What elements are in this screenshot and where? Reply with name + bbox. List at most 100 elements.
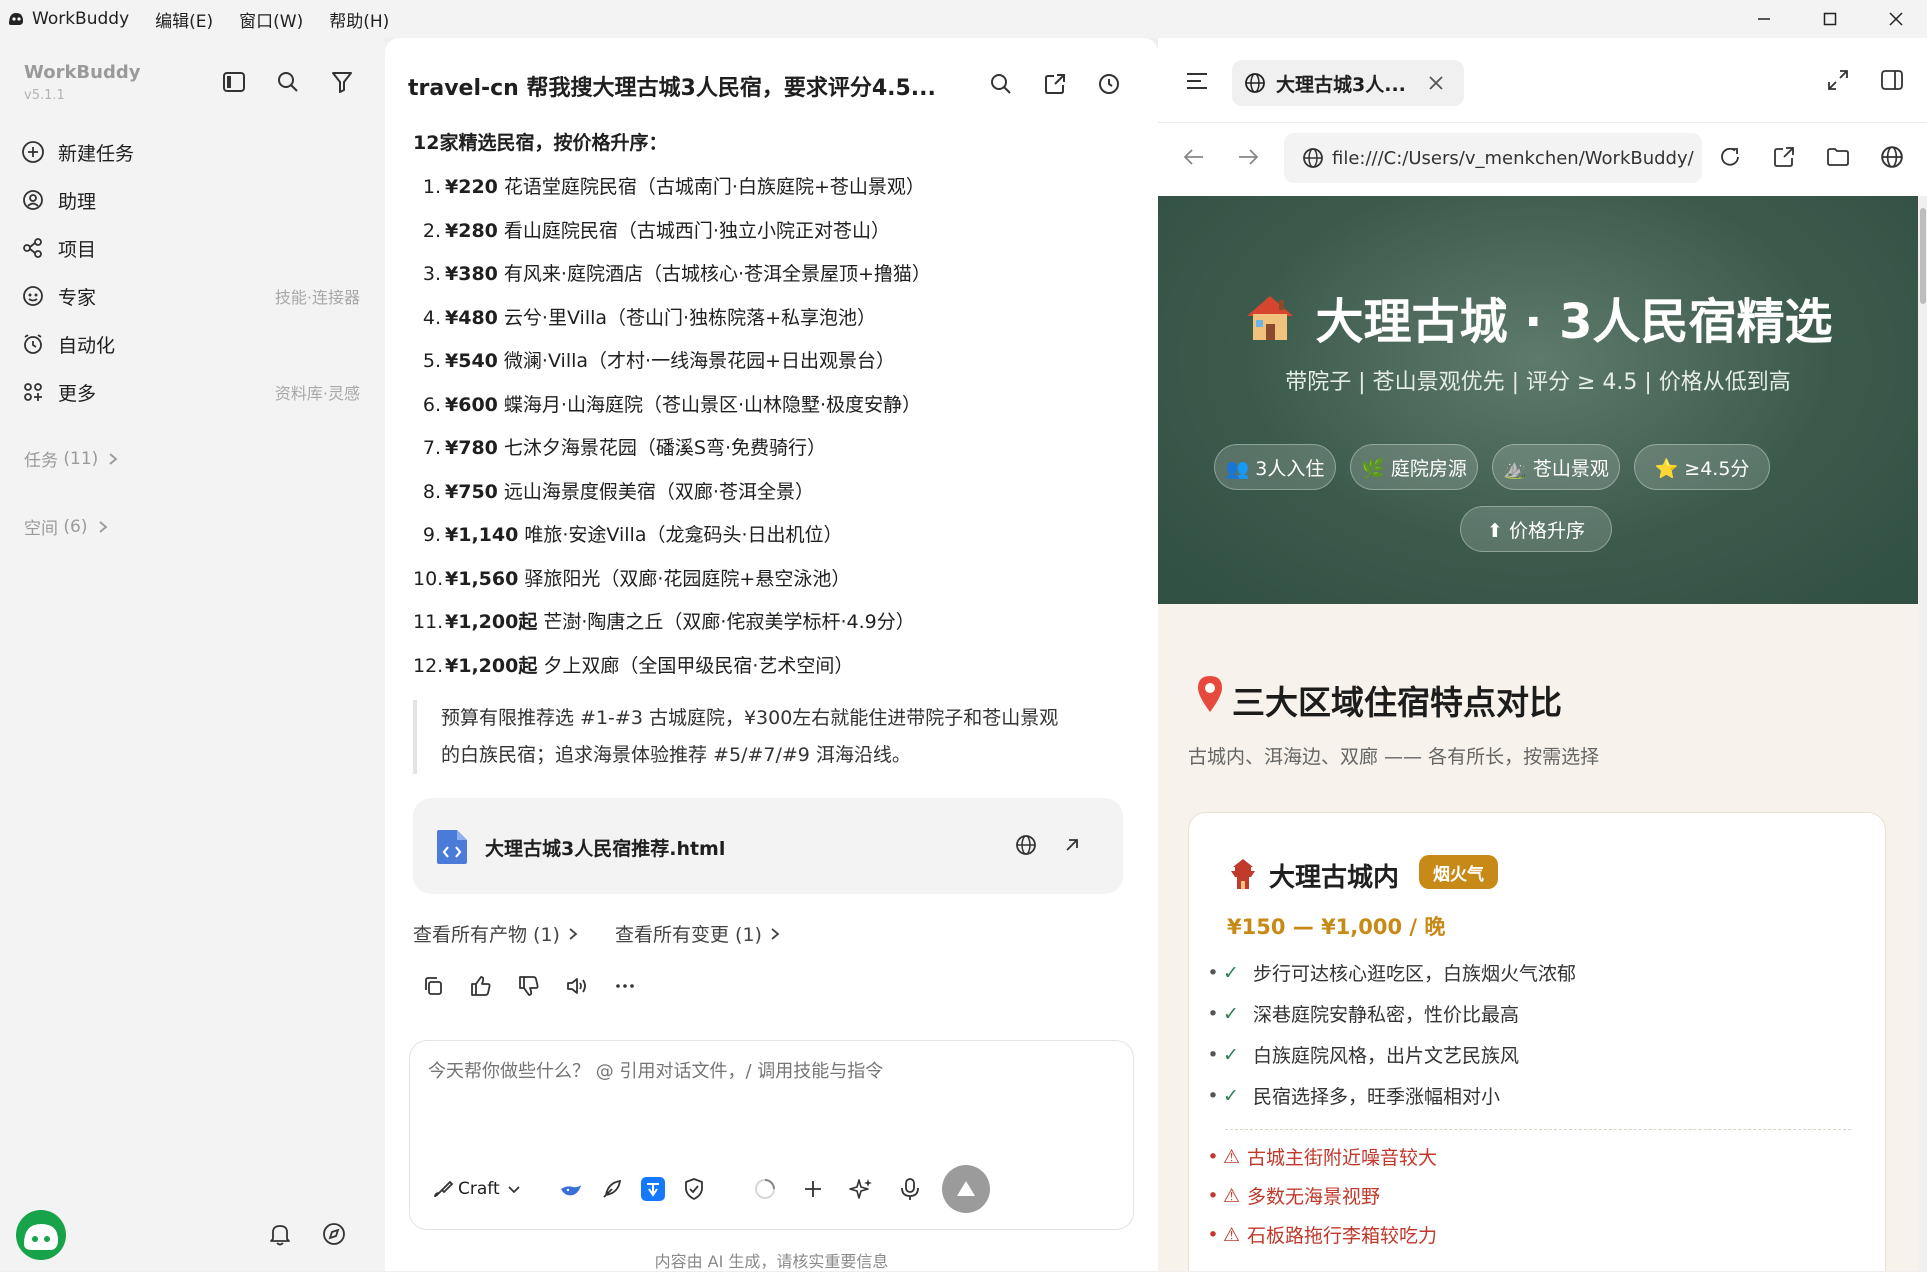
- browser-panel: 大理古城3人... file:///C:/Users/v_menkchen/Wo…: [1158, 38, 1927, 1271]
- model-chip[interactable]: [556, 1171, 586, 1207]
- enhance-prompt-button[interactable]: [846, 1171, 876, 1207]
- arrow-right-icon: [1239, 149, 1259, 165]
- folder-icon: [1827, 148, 1849, 166]
- tab-active[interactable]: 大理古城3人...: [1232, 60, 1464, 106]
- warning-icon: ⚠: [1223, 1223, 1241, 1246]
- chevron-right-icon: [109, 452, 118, 465]
- send-button[interactable]: [942, 1165, 990, 1213]
- security-chip[interactable]: [679, 1171, 709, 1207]
- filter-icon: [332, 72, 352, 93]
- nav-expert[interactable]: 专家 技能·连接器: [20, 274, 360, 318]
- nav-label: 助理: [58, 190, 97, 213]
- forward-button[interactable]: [1236, 145, 1266, 175]
- microphone-icon: [901, 1178, 919, 1200]
- html-file-icon: [437, 830, 467, 864]
- copy-icon: [425, 977, 442, 995]
- check-icon: ✓: [1223, 961, 1239, 984]
- section-tasks[interactable]: 任务 (11): [24, 446, 122, 471]
- dislike-button[interactable]: [513, 970, 545, 1002]
- tool-chip[interactable]: [597, 1171, 627, 1207]
- url-text: file:///C:/Users/v_menkchen/WorkBuddy/: [1332, 147, 1694, 169]
- toggle-sidebar-button[interactable]: [218, 66, 250, 98]
- nav-hint: 技能·连接器: [274, 288, 360, 307]
- expand-button[interactable]: [1826, 68, 1856, 98]
- read-aloud-button[interactable]: [561, 970, 593, 1002]
- open-file-button[interactable]: [1057, 830, 1087, 860]
- bell-icon: [270, 1225, 290, 1246]
- app-icon: [641, 1177, 665, 1201]
- sidebar: WorkBuddy v5.1.1 新建任务 助理 项目 专家 技能·连接器 自动…: [0, 38, 385, 1271]
- open-folder-button[interactable]: [1826, 145, 1856, 175]
- maximize-button[interactable]: [1800, 0, 1860, 38]
- share-icon: [1045, 74, 1065, 94]
- pro-item: • ✓ 民宿选择多，旺季涨幅相对小: [1207, 1084, 1501, 1109]
- scrollbar[interactable]: [1919, 196, 1927, 1271]
- back-button[interactable]: [1182, 145, 1212, 175]
- composer: Craft: [409, 1040, 1134, 1230]
- scrollbar-thumb[interactable]: [1920, 208, 1926, 304]
- tab-menu-button[interactable]: [1184, 68, 1214, 98]
- sidebar-filter-button[interactable]: [326, 66, 358, 98]
- menu-edit[interactable]: 编辑(E): [155, 7, 213, 32]
- open-external-browser-button[interactable]: [1880, 145, 1910, 175]
- recommendation-quote: 预算有限推荐选 #1-#3 古城庭院，¥300左右就能住进带院子和苍山景观 的白…: [413, 700, 1113, 774]
- speaker-icon: [567, 978, 586, 994]
- view-artifacts-link[interactable]: 查看所有产物 (1): [413, 920, 582, 947]
- con-item: • ⚠ 古城主街附近噪音较大: [1207, 1145, 1438, 1170]
- compass-icon: [323, 1223, 345, 1245]
- section-spaces[interactable]: 空间 (6): [24, 514, 112, 539]
- view-changes-link[interactable]: 查看所有变更 (1): [615, 920, 784, 947]
- file-card[interactable]: 大理古城3人民宿推荐.html: [413, 798, 1123, 894]
- avatar[interactable]: [16, 1210, 66, 1260]
- link-label: 查看所有变更 (1): [615, 924, 762, 946]
- history-icon: [1099, 74, 1119, 94]
- vibe-badge: 烟火气: [1419, 855, 1498, 889]
- nav-more[interactable]: 更多 资料库·灵感: [20, 370, 360, 414]
- reload-button[interactable]: [1718, 145, 1748, 175]
- attach-button[interactable]: [798, 1171, 828, 1207]
- check-icon: ✓: [1223, 1002, 1239, 1025]
- url-field[interactable]: file:///C:/Users/v_menkchen/WorkBuddy/: [1284, 133, 1702, 183]
- mode-selector[interactable]: Craft: [432, 1171, 522, 1207]
- warning-icon: ⚠: [1223, 1145, 1241, 1168]
- like-button[interactable]: [465, 970, 497, 1002]
- copy-button[interactable]: [417, 970, 449, 1002]
- close-window-button[interactable]: [1866, 0, 1926, 38]
- file-name: 大理古城3人民宿推荐.html: [485, 838, 726, 860]
- voice-input-button[interactable]: [895, 1171, 925, 1207]
- section-label: 空间: [24, 519, 58, 539]
- menu-help[interactable]: 帮助(H): [329, 7, 389, 32]
- more-actions-button[interactable]: [609, 970, 641, 1002]
- divider: [1225, 1129, 1851, 1130]
- arrow-up-icon: [957, 1181, 975, 1196]
- chat-search-button[interactable]: [983, 66, 1019, 102]
- list-item: 2. ¥280 看山庭院民宿（古城西门·独立小院正对苍山）: [422, 220, 890, 242]
- chat-history-button[interactable]: [1091, 66, 1127, 102]
- title-bar: WorkBuddy 编辑(E) 窗口(W) 帮助(H): [0, 0, 1927, 38]
- nav-new-task[interactable]: 新建任务: [20, 130, 360, 174]
- settings-button[interactable]: [320, 1220, 352, 1252]
- expand-icon: [1828, 70, 1848, 90]
- browser-share-button[interactable]: [1772, 145, 1802, 175]
- whale-icon: [561, 1185, 581, 1196]
- nav-automation[interactable]: 自动化: [20, 322, 360, 366]
- message-input[interactable]: [428, 1061, 1108, 1082]
- panel-right-icon: [1881, 70, 1903, 90]
- open-in-browser-button[interactable]: [1011, 830, 1041, 860]
- toggle-panel-button[interactable]: [1880, 68, 1910, 98]
- tab-close-button[interactable]: [1425, 72, 1447, 94]
- nav-project[interactable]: 项目: [20, 226, 360, 270]
- minimize-button[interactable]: [1734, 0, 1794, 38]
- minimize-icon: [1758, 18, 1770, 20]
- sidebar-search-button[interactable]: [272, 66, 304, 98]
- menu-window[interactable]: 窗口(W): [239, 7, 303, 32]
- pagoda-icon: [1231, 859, 1255, 889]
- more-horizontal-icon: [616, 984, 634, 988]
- nav-assistant[interactable]: 助理: [20, 178, 360, 222]
- notifications-button[interactable]: [266, 1220, 298, 1252]
- app-chip[interactable]: [638, 1171, 668, 1207]
- chat-share-button[interactable]: [1037, 66, 1073, 102]
- list-item: 1. ¥220 花语堂庭院民宿（古城南门·白族庭院+苍山景观）: [422, 176, 925, 198]
- globe-icon: [1303, 148, 1323, 168]
- share-icon: [1774, 147, 1794, 167]
